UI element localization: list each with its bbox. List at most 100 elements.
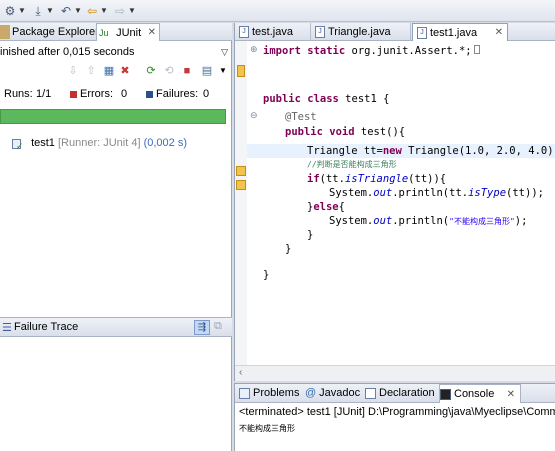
toolbar-dropdown-icon[interactable]: ▼ (216, 64, 230, 78)
junit-toolbar: ⇩ ⇧ ▦ ✖ ⟳ ⟲ ■ ▤ ▼ (60, 63, 232, 81)
test-result-row[interactable]: ✓ test1 [Runner: JUnit 4] (0,002 s) (12, 134, 187, 152)
last-edit-icon[interactable]: ↶ (58, 3, 74, 19)
tab-label: Triangle.java (328, 26, 391, 38)
scroll-left-icon[interactable]: ‹ (239, 367, 242, 378)
package-icon (0, 25, 10, 39)
tab-triangle-java[interactable]: J Triangle.java (311, 23, 411, 41)
failure-trace-icon: ☰ (2, 322, 12, 334)
code-area[interactable]: ⊕ ⊖ import static org.junit.Assert.*; pu… (247, 41, 555, 363)
code-token: "不能构成三角形" (449, 217, 515, 226)
close-icon[interactable]: ✕ (148, 24, 156, 42)
errors-value: 0 (121, 88, 128, 100)
code-line-11: }else{ (263, 200, 345, 214)
runs-value: 1/1 (36, 88, 52, 100)
editor-ruler (235, 41, 247, 381)
errors-icon (70, 91, 77, 98)
java-file-icon: J (417, 27, 427, 40)
filter-stack-icon[interactable]: ⇶ (194, 320, 210, 335)
code-token: Triangle(1.0, 2.0, 4.0); (401, 145, 555, 157)
code-editor: Jtest.java J Triangle.java Jtest1.java ✕ … (234, 23, 555, 381)
code-token: isTriangle (344, 173, 409, 185)
compare-icon[interactable]: ⧉ (214, 320, 222, 333)
test-counters: Runs: 1/1 Errors: 0 Failures: 0 (0, 86, 232, 102)
tab-test-java[interactable]: Jtest.java (235, 23, 311, 41)
code-token: (tt)); (506, 187, 544, 199)
rerun-icon[interactable]: ⟳ (144, 64, 158, 78)
code-token: new (382, 145, 402, 157)
layout-icon[interactable]: ▤ (200, 64, 214, 78)
tab-package-explorer[interactable]: Package Explorer (0, 23, 99, 41)
code-token: .println( (392, 215, 450, 227)
forward-icon[interactable]: ⇨ (112, 3, 128, 19)
console-view: Problems @ Javadoc Declaration Console ✕ … (234, 383, 555, 451)
close-icon[interactable]: ✕ (507, 385, 515, 404)
warning-icon[interactable] (237, 65, 245, 77)
java-file-icon: J (239, 26, 249, 39)
code-token: if (307, 173, 320, 185)
code-token: out (373, 187, 393, 199)
stop-icon[interactable]: ■ (180, 64, 194, 78)
tab-declaration[interactable]: Declaration (365, 384, 439, 403)
code-line-9: if(tt.isTriangle(tt)){ (263, 172, 446, 186)
problems-icon (239, 387, 250, 399)
tab-console[interactable]: Console ✕ (439, 384, 521, 403)
show-failures-only-icon[interactable]: ✖ (118, 64, 132, 78)
code-token: else (313, 201, 339, 213)
code-token: Triangle tt= (307, 145, 383, 157)
junit-status: inished after 0,015 seconds ▽ (0, 44, 232, 60)
failures-label: Failures: (156, 88, 199, 100)
code-line-1: import static org.junit.Assert.*; (263, 44, 480, 58)
debug-dropdown-icon[interactable]: ▼ (46, 3, 54, 19)
forward-dropdown-icon[interactable]: ▼ (128, 3, 136, 19)
code-token: public void (285, 126, 355, 138)
last-edit-dropdown-icon[interactable]: ▼ (74, 3, 82, 19)
javadoc-icon: @ (305, 387, 317, 399)
close-icon[interactable]: ✕ (495, 24, 503, 42)
history-icon[interactable]: ▦ (102, 64, 116, 78)
code-token: .println(tt. (392, 187, 469, 199)
warning-icon[interactable] (236, 180, 246, 190)
back-dropdown-icon[interactable]: ▼ (100, 3, 108, 19)
main-toolbar: ⚙ ▼ ⤓ ▼ ↶ ▼ ⇦ ▼ ⇨ ▼ (0, 0, 555, 22)
code-line-5: @Test (285, 111, 317, 123)
console-output-line: 不能构成三角形 (239, 424, 295, 433)
code-token: { (338, 201, 345, 213)
folded-marker-icon[interactable] (473, 45, 480, 54)
back-icon[interactable]: ⇦ (84, 3, 100, 19)
console-tab-bar: Problems @ Javadoc Declaration Console ✕ (235, 384, 555, 403)
junit-icon: Ju (99, 28, 109, 38)
tab-junit[interactable]: Ju JUnit ✕ (96, 23, 160, 41)
code-token: ); (514, 215, 528, 227)
java-file-icon: J (315, 26, 325, 39)
console-terminated-line: <terminated> test1 [JUnit] D:\Programmin… (239, 406, 555, 418)
rerun-failed-icon[interactable]: ⟲ (162, 64, 176, 78)
left-tab-bar: Package Explorer Ju JUnit ✕ (0, 23, 232, 41)
code-line-10: System.out.println(tt.isType(tt)); (263, 186, 544, 200)
tab-label: Declaration (379, 387, 435, 399)
tab-test1-java[interactable]: Jtest1.java ✕ (412, 23, 508, 41)
previous-failure-icon[interactable]: ⇧ (84, 64, 98, 78)
errors-label: Errors: (80, 88, 113, 100)
tab-label: Console (454, 388, 495, 400)
code-token: public class (263, 93, 339, 105)
tab-label: test1.java (430, 27, 478, 39)
editor-tab-bar: Jtest.java J Triangle.java Jtest1.java ✕ (235, 23, 555, 41)
view-menu-icon[interactable]: ▽ (221, 44, 228, 60)
tab-problems[interactable]: Problems (239, 384, 303, 403)
run-icon[interactable]: ⚙ (2, 3, 18, 19)
failures-value: 0 (203, 88, 210, 100)
fold-icon[interactable]: ⊖ (250, 110, 258, 121)
failure-trace-bar: ☰ Failure Trace ⇶ ⧉ (0, 317, 232, 337)
debug-icon[interactable]: ⤓ (30, 3, 46, 19)
tab-label: test.java (252, 26, 293, 38)
code-token: import static (263, 45, 346, 57)
code-line-14: } (285, 243, 292, 255)
code-line-7: Triangle tt=new Triangle(1.0, 2.0, 4.0); (263, 144, 555, 158)
horizontal-scrollbar[interactable]: ‹ (235, 365, 555, 381)
next-failure-icon[interactable]: ⇩ (66, 64, 80, 78)
warning-icon[interactable] (236, 166, 246, 176)
tab-javadoc[interactable]: @ Javadoc (305, 384, 363, 403)
run-dropdown-icon[interactable]: ▼ (18, 3, 26, 19)
test-runner: [Runner: JUnit 4] (57, 137, 141, 149)
fold-icon[interactable]: ⊕ (250, 44, 258, 55)
